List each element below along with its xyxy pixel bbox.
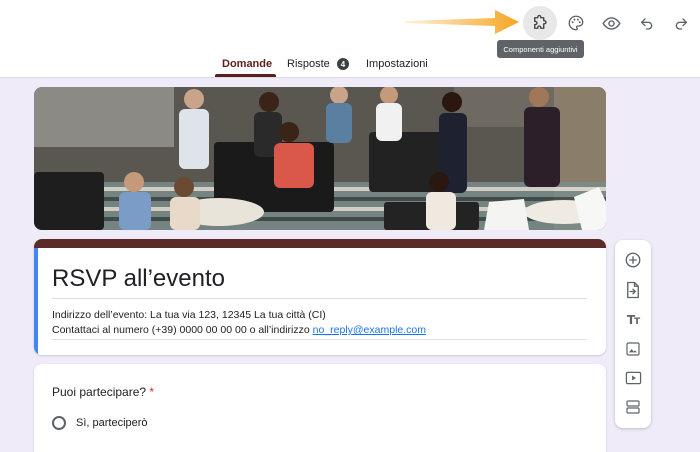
- addons-button[interactable]: [523, 6, 557, 40]
- option-label-yes: Sì, parteciperò: [76, 417, 148, 429]
- description-line-2-text: Contattaci al numero (+39) 0000 00 00 00…: [52, 324, 313, 336]
- description-line-1: Indirizzo dell’evento: La tua via 123, 1…: [52, 309, 326, 321]
- arrow-annotation-icon: [405, 10, 519, 34]
- undo-button[interactable]: [630, 6, 664, 40]
- redo-button[interactable]: [664, 6, 698, 40]
- add-image-button[interactable]: [623, 339, 643, 359]
- tab-questions[interactable]: Domande: [222, 58, 272, 70]
- add-question-button[interactable]: [623, 250, 643, 270]
- add-section-icon: [626, 400, 640, 414]
- palette-icon: [568, 15, 584, 31]
- description-line-2: Contattaci al numero (+39) 0000 00 00 00…: [52, 323, 426, 338]
- tab-responses[interactable]: Risposte: [287, 58, 330, 70]
- required-asterisk: *: [149, 385, 155, 399]
- add-video-icon: [625, 371, 641, 385]
- add-video-button[interactable]: [623, 368, 643, 388]
- addons-tooltip: Componenti aggiuntivi: [497, 40, 584, 58]
- title-underline: [52, 298, 587, 299]
- selected-card-indicator: [34, 248, 38, 355]
- radio-option-yes[interactable]: [52, 416, 66, 430]
- add-question-icon: [625, 252, 641, 268]
- undo-icon: [641, 18, 653, 30]
- import-questions-button[interactable]: [623, 280, 643, 300]
- import-questions-icon: [627, 281, 639, 299]
- preview-button[interactable]: [594, 6, 628, 40]
- description-underline: [52, 339, 587, 340]
- customize-theme-button[interactable]: [559, 6, 593, 40]
- form-description[interactable]: Indirizzo dell’evento: La tua via 123, 1…: [52, 308, 426, 338]
- puzzle-icon: [534, 14, 547, 29]
- form-title[interactable]: RSVP all’evento: [52, 265, 225, 293]
- eye-icon: [601, 16, 621, 30]
- floating-toolbar: TT: [615, 240, 651, 428]
- add-image-icon: [626, 342, 640, 356]
- question-title-text: Puoi partecipare?: [52, 385, 147, 399]
- add-title-button[interactable]: TT: [623, 310, 643, 330]
- email-link[interactable]: no_reply@example.com: [313, 324, 426, 336]
- top-bar: Componenti aggiuntivi: [0, 0, 700, 78]
- add-title-icon: TT: [626, 313, 640, 327]
- redo-icon: [675, 18, 687, 30]
- tab-settings[interactable]: Impostazioni: [366, 58, 428, 70]
- form-header-card[interactable]: RSVP all’evento Indirizzo dell’evento: L…: [34, 239, 606, 355]
- question-card[interactable]: Puoi partecipare? * Sì, parteciperò: [34, 364, 606, 452]
- theme-color-bar: [34, 239, 606, 248]
- add-section-button[interactable]: [623, 397, 643, 417]
- header-image: [34, 87, 606, 230]
- active-tab-indicator: [215, 74, 276, 77]
- question-title: Puoi partecipare? *: [52, 385, 154, 399]
- responses-count-badge: 4: [337, 58, 349, 70]
